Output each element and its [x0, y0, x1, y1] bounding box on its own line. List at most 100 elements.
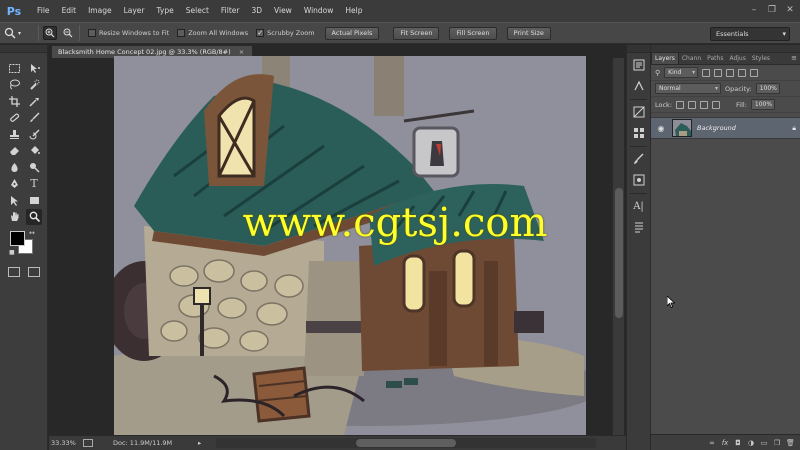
screen-mode-icon[interactable] [28, 267, 40, 277]
close-button[interactable]: ✕ [784, 4, 796, 16]
workspace-switcher[interactable]: Essentials ▾ [710, 27, 790, 41]
menu-select[interactable]: Select [180, 0, 215, 22]
crop-tool-icon[interactable] [6, 93, 22, 110]
new-layer-icon[interactable]: ❐ [773, 439, 781, 447]
fit-screen-button[interactable]: Fit Screen [393, 26, 440, 40]
filter-smart-object-icon[interactable] [750, 68, 759, 77]
swatches-panel-icon[interactable] [630, 124, 648, 142]
print-size-button[interactable]: Print Size [506, 26, 551, 40]
layer-row[interactable]: ◉ Background 🔒︎ [651, 117, 800, 139]
layer-name[interactable]: Background [697, 124, 787, 132]
character-panel-icon[interactable]: A| [630, 197, 648, 215]
menu-image[interactable]: Image [82, 0, 118, 22]
kind-filter-select[interactable]: Kind ▾ [664, 67, 699, 78]
type-tool-icon[interactable]: T [26, 176, 42, 193]
new-group-icon[interactable]: ▭ [760, 439, 768, 447]
menu-type[interactable]: Type [151, 0, 180, 22]
filter-type-icon[interactable] [726, 68, 735, 77]
move-tool-icon[interactable] [26, 60, 42, 77]
quick-mask-icon[interactable] [8, 267, 20, 277]
checkmark-icon[interactable]: ✓ [256, 29, 265, 37]
lock-transparent-icon[interactable] [676, 100, 685, 109]
checkbox-box[interactable] [177, 29, 186, 37]
default-colors-icon[interactable]: ■ [9, 249, 15, 256]
swap-colors-icon[interactable]: ↔ [29, 229, 35, 237]
tab-paths[interactable]: Paths [704, 53, 726, 64]
zoom-out-button[interactable] [61, 26, 75, 40]
actions-panel-icon[interactable] [630, 77, 648, 95]
tab-styles[interactable]: Styles [749, 53, 773, 64]
visibility-eye-icon[interactable]: ◉ [655, 124, 667, 133]
marquee-tool-icon[interactable] [6, 60, 22, 77]
vertical-scrollbar[interactable] [612, 58, 624, 435]
menu-help[interactable]: Help [339, 0, 368, 22]
filter-pixel-icon[interactable] [702, 68, 711, 77]
quick-selection-tool-icon[interactable] [26, 77, 42, 94]
delete-layer-icon[interactable]: 🗑︎ [786, 439, 795, 447]
opacity-input[interactable]: 100% [755, 83, 780, 94]
brush-tool-icon[interactable] [26, 110, 42, 127]
zoom-level[interactable]: 33.33% [49, 439, 79, 447]
history-panel-icon[interactable] [630, 56, 648, 74]
layer-style-icon[interactable]: fx [721, 439, 729, 447]
scrubby-zoom-checkbox[interactable]: ✓ Scrubby Zoom [256, 29, 315, 37]
menu-3d[interactable]: 3D [245, 0, 268, 22]
history-brush-tool-icon[interactable] [26, 126, 42, 143]
tool-preset-picker[interactable]: ▾ [4, 25, 34, 41]
filter-adjustment-icon[interactable] [714, 68, 723, 77]
menu-file[interactable]: File [31, 0, 56, 22]
menu-filter[interactable]: Filter [215, 0, 246, 22]
zoom-tool-icon[interactable] [26, 208, 42, 225]
add-mask-icon[interactable]: ◘ [734, 439, 742, 447]
lock-image-icon[interactable] [688, 100, 697, 109]
panel-menu-icon[interactable]: ≡ [791, 53, 797, 64]
scrollbar-thumb[interactable] [356, 439, 456, 447]
lock-position-icon[interactable] [700, 100, 709, 109]
rectangle-tool-icon[interactable] [26, 192, 42, 209]
tab-layers[interactable]: Layers [651, 52, 679, 64]
restore-button[interactable]: ❐ [766, 4, 778, 16]
panel-grip[interactable] [0, 45, 47, 53]
lock-all-icon[interactable] [712, 100, 721, 109]
menu-view[interactable]: View [268, 0, 298, 22]
checkbox-box[interactable] [88, 29, 96, 37]
brush-panel-icon[interactable] [630, 150, 648, 168]
lasso-tool-icon[interactable] [6, 77, 22, 94]
tab-adjustments[interactable]: Adjus [726, 53, 748, 64]
zoom-in-button[interactable] [43, 26, 57, 40]
blur-tool-icon[interactable] [6, 159, 22, 176]
menu-window[interactable]: Window [298, 0, 340, 22]
resize-windows-checkbox[interactable]: Resize Windows to Fit [88, 29, 169, 37]
scrollbar-thumb[interactable] [615, 188, 623, 318]
minimize-button[interactable]: – [748, 4, 760, 16]
dodge-tool-icon[interactable] [26, 159, 42, 176]
eraser-tool-icon[interactable] [6, 143, 22, 160]
eyedropper-tool-icon[interactable] [26, 93, 42, 110]
status-menu-arrow[interactable]: ▸ [198, 439, 208, 447]
actual-pixels-button[interactable]: Actual Pixels [324, 26, 380, 40]
fill-input[interactable]: 100% [750, 99, 775, 110]
clone-stamp-tool-icon[interactable] [6, 126, 22, 143]
paragraph-panel-icon[interactable] [630, 218, 648, 236]
foreground-color-swatch[interactable] [10, 231, 25, 246]
brush-presets-icon[interactable] [630, 171, 648, 189]
menu-layer[interactable]: Layer [118, 0, 151, 22]
menu-edit[interactable]: Edit [56, 0, 83, 22]
tab-channels[interactable]: Chann [679, 53, 704, 64]
blend-mode-select[interactable]: Normal ▾ [655, 83, 721, 94]
hand-tool-icon[interactable] [6, 209, 22, 226]
filter-shape-icon[interactable] [738, 68, 747, 77]
panel-grip[interactable] [627, 45, 650, 53]
document-info-icon[interactable] [83, 439, 93, 447]
healing-brush-tool-icon[interactable] [6, 110, 22, 127]
adjustment-layer-icon[interactable]: ◑ [747, 439, 755, 447]
tab-close-icon[interactable]: × [239, 48, 244, 56]
link-layers-icon[interactable]: ∞ [708, 439, 716, 447]
path-selection-tool-icon[interactable] [6, 192, 22, 209]
paint-bucket-tool-icon[interactable] [26, 143, 42, 160]
horizontal-scrollbar[interactable] [216, 438, 596, 448]
zoom-all-windows-checkbox[interactable]: Zoom All Windows [177, 29, 248, 37]
color-panel-icon[interactable] [630, 103, 648, 121]
pen-tool-icon[interactable] [6, 176, 22, 193]
fill-screen-button[interactable]: Fill Screen [449, 26, 497, 40]
